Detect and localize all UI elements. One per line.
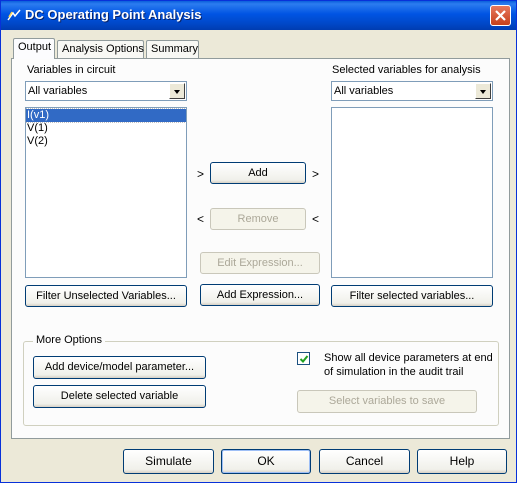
tab-output-label: Output	[18, 41, 52, 53]
selected-variables-list[interactable]	[331, 107, 493, 278]
left-filter-value: All variables	[28, 85, 88, 97]
filter-selected-button[interactable]: Filter selected variables...	[331, 285, 493, 307]
variables-in-circuit-label: Variables in circuit	[27, 64, 116, 76]
tab-output[interactable]: Output	[13, 38, 55, 59]
show-all-params-label-line2: of simulation in the audit trail	[324, 366, 464, 378]
filter-unselected-button[interactable]: Filter Unselected Variables...	[25, 285, 187, 307]
chevron-down-icon[interactable]	[169, 83, 185, 99]
simulate-button[interactable]: Simulate	[123, 449, 214, 474]
dialog-window: DC Operating Point Analysis Output Analy…	[0, 0, 517, 483]
select-variables-to-save-button[interactable]: Select variables to save	[297, 390, 477, 413]
tab-summary-label: Summary	[151, 43, 199, 55]
chevron-right-icon: >	[197, 167, 205, 181]
right-filter-select[interactable]: All variables	[331, 81, 493, 101]
edit-expression-button[interactable]: Edit Expression...	[200, 252, 320, 274]
chevron-right-icon: >	[312, 167, 320, 181]
tab-analysis-options-label: Analysis Options	[62, 43, 144, 55]
more-options-title: More Options	[33, 334, 106, 346]
chevron-down-icon[interactable]	[475, 83, 491, 99]
ok-button[interactable]: OK	[221, 449, 311, 474]
left-filter-select[interactable]: All variables	[25, 81, 187, 101]
show-all-params-label-line1: Show all device parameters at end	[324, 352, 493, 364]
tab-panel-output: Variables in circuit All variables I(v1)…	[11, 58, 510, 439]
selected-variables-label: Selected variables for analysis	[332, 64, 481, 76]
window-title: DC Operating Point Analysis	[25, 7, 202, 22]
check-icon	[299, 355, 309, 363]
right-filter-value: All variables	[334, 85, 394, 97]
add-device-parameter-button[interactable]: Add device/model parameter...	[33, 356, 206, 379]
delete-selected-variable-button[interactable]: Delete selected variable	[33, 385, 206, 408]
title-bar[interactable]: DC Operating Point Analysis	[1, 1, 516, 30]
add-expression-button[interactable]: Add Expression...	[200, 284, 320, 306]
tab-analysis-options[interactable]: Analysis Options	[57, 40, 144, 59]
chevron-left-icon: <	[197, 212, 205, 226]
app-icon	[7, 9, 21, 21]
list-item[interactable]: I(v1)	[26, 108, 186, 123]
close-button[interactable]	[490, 5, 511, 26]
remove-button[interactable]: Remove	[210, 208, 306, 230]
tab-summary[interactable]: Summary	[146, 40, 199, 59]
list-item[interactable]: V(1)	[26, 122, 186, 135]
chevron-left-icon: <	[312, 212, 320, 226]
show-all-params-checkbox[interactable]	[297, 352, 310, 365]
list-item[interactable]: V(2)	[26, 135, 186, 148]
cancel-button[interactable]: Cancel	[319, 449, 410, 474]
add-button[interactable]: Add	[210, 162, 306, 184]
close-icon	[495, 10, 506, 21]
help-button[interactable]: Help	[417, 449, 507, 474]
variables-in-circuit-list[interactable]: I(v1) V(1) V(2)	[25, 107, 187, 278]
